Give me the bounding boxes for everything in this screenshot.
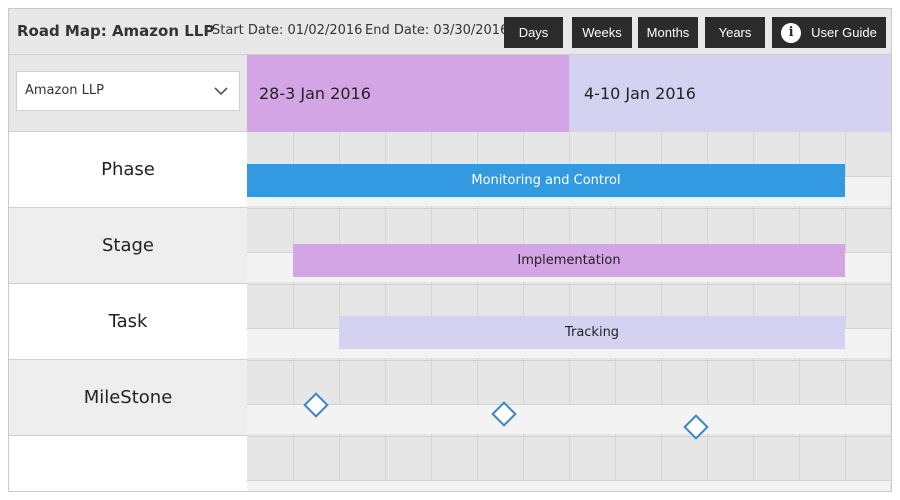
row-strip xyxy=(247,480,890,491)
week-header-2: 4-10 Jan 2016 xyxy=(569,55,891,132)
company-select-value: Amazon LLP xyxy=(25,83,104,98)
phase-bar[interactable]: Monitoring and Control xyxy=(247,164,845,197)
row-label-stage: Stage xyxy=(9,208,247,284)
row-labels-column: Amazon LLP Phase Stage Task MileStone xyxy=(9,55,247,491)
end-date-label: End Date: 03/30/2016 xyxy=(365,23,509,38)
toolbar: Road Map: Amazon LLP Start Date: 01/02/2… xyxy=(9,9,891,55)
stage-bar-label: Implementation xyxy=(517,253,621,268)
row-separator xyxy=(247,208,891,209)
week-header-2-label: 4-10 Jan 2016 xyxy=(584,84,696,103)
company-select[interactable]: Amazon LLP xyxy=(16,71,240,111)
row-label-phase: Phase xyxy=(9,132,247,208)
row-separator xyxy=(247,284,891,285)
task-bar[interactable]: Tracking xyxy=(339,316,845,349)
row-label-milestone: MileStone xyxy=(9,360,247,436)
days-button[interactable]: Days xyxy=(504,17,563,48)
roadmap-app: Road Map: Amazon LLP Start Date: 01/02/2… xyxy=(8,8,892,492)
info-icon: i xyxy=(781,22,802,43)
user-guide-label: User Guide xyxy=(811,25,877,40)
week-header-1-label: 28-3 Jan 2016 xyxy=(259,84,371,103)
company-select-cell: Amazon LLP xyxy=(9,55,247,132)
years-button[interactable]: Years xyxy=(705,17,765,48)
timeline: 28-3 Jan 2016 4-10 Jan 2016 Monitoring a… xyxy=(247,55,891,491)
row-label-task: Task xyxy=(9,284,247,360)
timeline-grid: Monitoring and Control Implementation Tr… xyxy=(247,132,891,491)
phase-bar-label: Monitoring and Control xyxy=(471,173,621,188)
row-separator xyxy=(247,436,891,437)
weeks-button[interactable]: Weeks xyxy=(572,17,632,48)
months-button[interactable]: Months xyxy=(638,17,698,48)
start-date-label: Start Date: 01/02/2016 xyxy=(212,23,363,38)
row-separator xyxy=(247,360,891,361)
row-strip xyxy=(247,404,890,434)
chevron-down-icon xyxy=(214,87,228,96)
row-label-empty xyxy=(9,436,247,491)
page-title: Road Map: Amazon LLP xyxy=(17,22,215,40)
week-header-1: 28-3 Jan 2016 xyxy=(247,55,569,132)
user-guide-button[interactable]: i User Guide xyxy=(772,17,886,48)
task-bar-label: Tracking xyxy=(564,325,620,340)
stage-bar[interactable]: Implementation xyxy=(293,244,845,277)
